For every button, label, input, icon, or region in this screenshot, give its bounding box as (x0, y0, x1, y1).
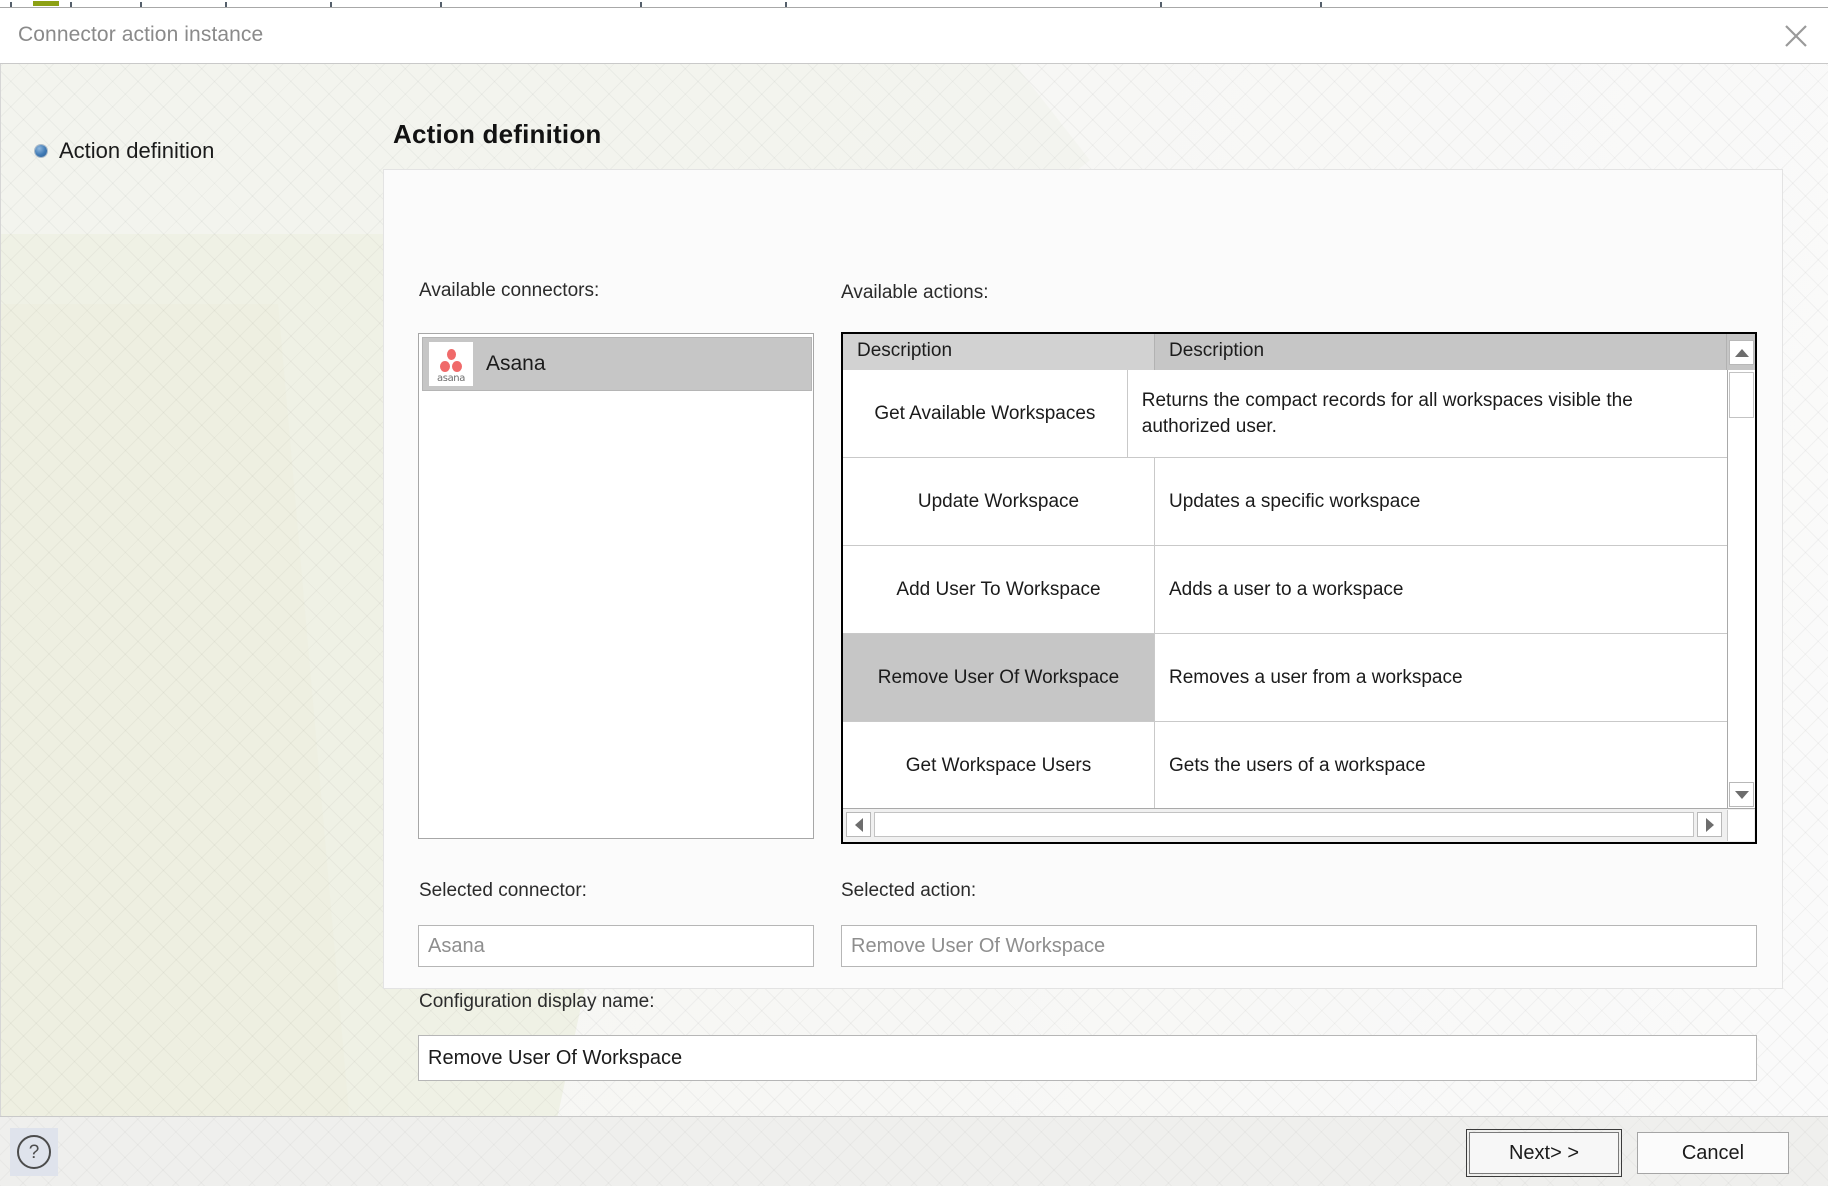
horizontal-scrollbar[interactable] (843, 808, 1755, 842)
action-description: Adds a user to a workspace (1169, 578, 1404, 600)
dialog-title-bar: Connector action instance (0, 8, 1828, 64)
table-row[interactable]: Get Workspace Users Gets the users of a … (843, 722, 1727, 808)
scroll-down-arrow-icon[interactable] (1729, 782, 1754, 807)
next-button[interactable]: Next> > (1466, 1129, 1622, 1177)
host-app-sliver (0, 0, 1828, 8)
table-row[interactable]: Add User To Workspace Adds a user to a w… (843, 546, 1727, 634)
action-description: Gets the users of a workspace (1169, 754, 1426, 776)
table-row-selected[interactable]: Remove User Of Workspace Removes a user … (843, 634, 1727, 722)
asana-wordmark: asana (437, 373, 465, 384)
page-title: Action definition (393, 119, 602, 149)
action-name: Get Available Workspaces (843, 370, 1128, 457)
blue-diamond-bullet-icon (35, 145, 47, 157)
scrollbar-corner (1727, 810, 1754, 841)
selected-connector-field: Asana (418, 925, 814, 967)
scroll-up-arrow-icon[interactable] (1729, 340, 1754, 365)
selected-action-label: Selected action: (841, 880, 977, 901)
grid-body: Get Available Workspaces Returns the com… (843, 370, 1727, 808)
close-icon[interactable] (1764, 8, 1828, 63)
table-row[interactable]: Update Workspace Updates a specific work… (843, 458, 1727, 546)
connector-name: Asana (486, 352, 546, 375)
action-description: Updates a specific workspace (1169, 490, 1421, 512)
sidebar-item-action-definition[interactable]: Action definition (35, 138, 214, 164)
scroll-left-arrow-icon[interactable] (846, 812, 871, 837)
table-row[interactable]: Get Available Workspaces Returns the com… (843, 370, 1727, 458)
horizontal-scrollbar-thumb[interactable] (874, 812, 1694, 837)
action-name: Update Workspace (843, 458, 1155, 545)
vertical-scrollbar-thumb[interactable] (1729, 372, 1754, 418)
grid-header-row: Description Description (843, 334, 1755, 370)
dialog-title: Connector action instance (18, 23, 264, 46)
connector-action-instance-dialog: Connector action instance Action definit… (0, 0, 1828, 1186)
selected-connector-label: Selected connector: (419, 880, 587, 901)
scroll-right-arrow-icon[interactable] (1697, 812, 1722, 837)
configuration-display-name-input[interactable]: Remove User Of Workspace (418, 1035, 1757, 1081)
connector-list-item-asana[interactable]: asana Asana (422, 337, 812, 391)
configuration-display-name-label: Configuration display name: (419, 991, 655, 1012)
action-description: Returns the compact records for all work… (1141, 389, 1633, 437)
selected-action-field: Remove User Of Workspace (841, 925, 1757, 967)
host-accent-tab (33, 1, 59, 6)
available-connectors-label: Available connectors: (419, 280, 600, 301)
action-name: Remove User Of Workspace (843, 634, 1155, 721)
sidebar-item-label: Action definition (59, 138, 215, 163)
action-name: Add User To Workspace (843, 546, 1155, 633)
dialog-footer: ? Next> > Cancel (0, 1116, 1828, 1186)
vertical-scrollbar[interactable] (1727, 340, 1755, 808)
grid-column-header-description[interactable]: Description (1155, 334, 1727, 370)
dialog-body: Action definition Action definition Avai… (0, 64, 1828, 1116)
asana-logo-icon: asana (429, 342, 473, 386)
action-name: Get Workspace Users (843, 722, 1155, 808)
available-actions-label: Available actions: (841, 282, 989, 303)
available-connectors-list[interactable]: asana Asana (418, 333, 814, 839)
cancel-button[interactable]: Cancel (1637, 1132, 1789, 1174)
help-button[interactable]: ? (10, 1128, 58, 1176)
available-actions-grid: Description Description Get Available Wo… (841, 332, 1757, 844)
question-mark-icon: ? (17, 1135, 51, 1169)
action-description: Removes a user from a workspace (1169, 666, 1463, 688)
grid-column-header-name[interactable]: Description (843, 334, 1155, 370)
wizard-step-nav: Action definition (1, 64, 381, 1116)
